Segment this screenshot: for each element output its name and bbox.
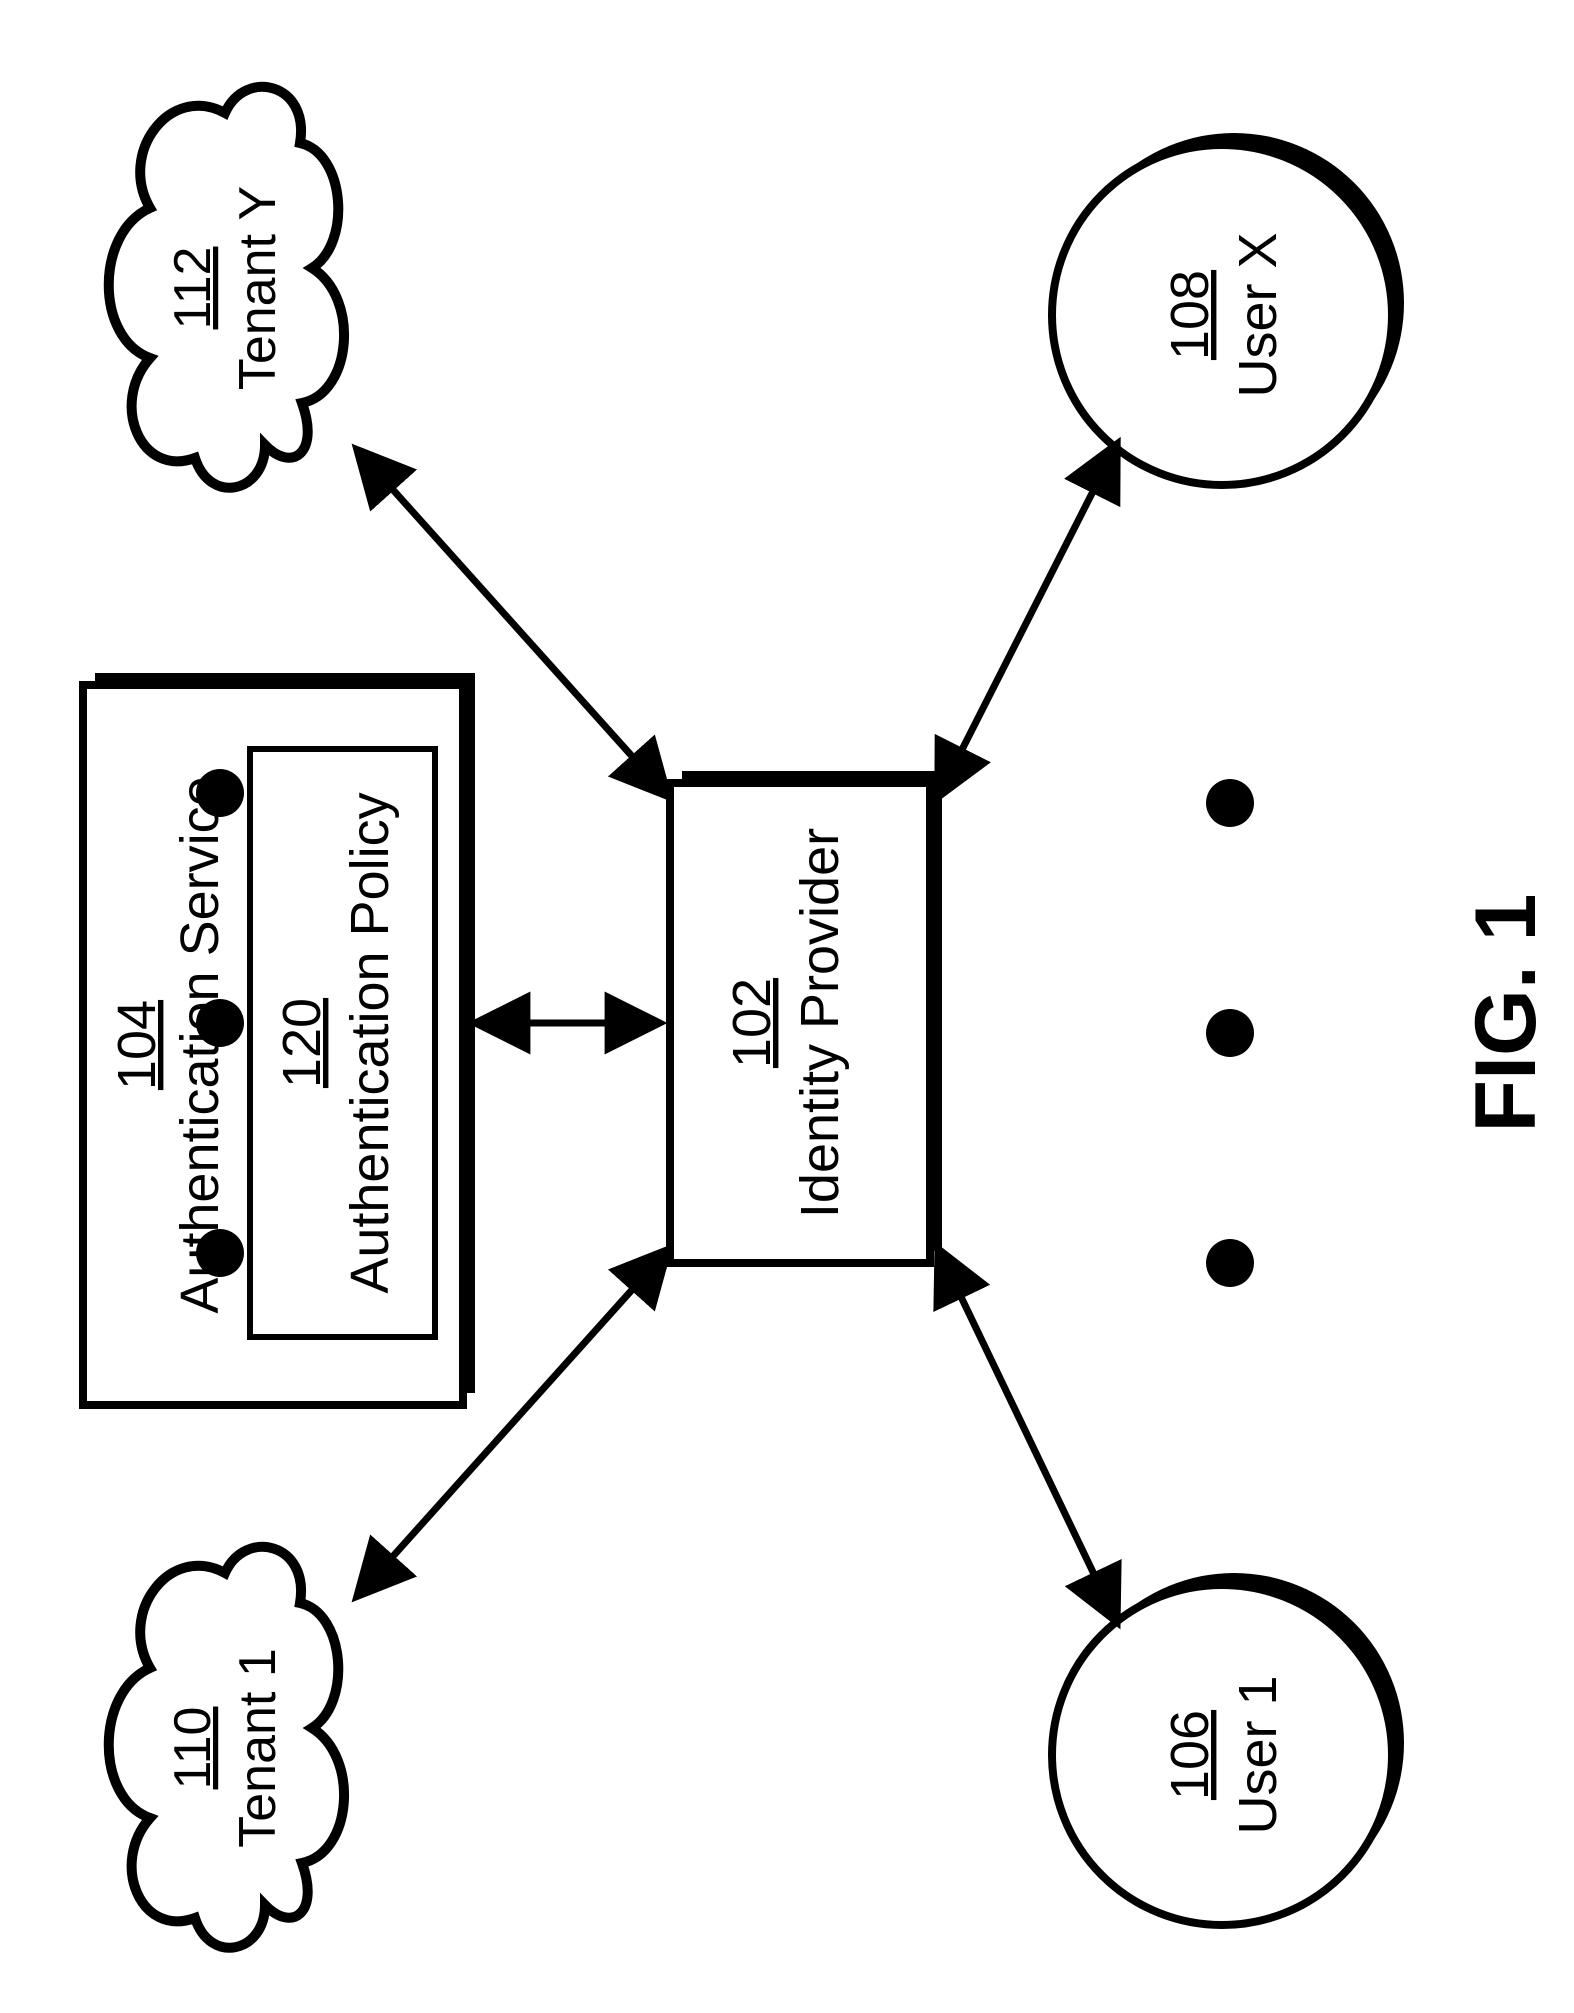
userx-label: User X	[1228, 232, 1288, 397]
user-ellipsis	[1206, 779, 1254, 1287]
user1-ref: 106	[1160, 1710, 1220, 1800]
authentication-service-ref: 104	[107, 1000, 167, 1090]
tenant1-node: 110 Tenant 1	[109, 1547, 344, 1948]
tenanty-node: 112 Tenant Y	[109, 87, 344, 488]
tenanty-ref: 112	[164, 247, 222, 330]
tenant1-ref: 110	[164, 1707, 222, 1790]
diagram-canvas: 104 Authentication Service 120 Authentic…	[0, 0, 1574, 2013]
user1-label: User 1	[1228, 1675, 1288, 1834]
authentication-policy-ref: 120	[272, 998, 332, 1088]
tenanty-label: Tenant Y	[229, 186, 287, 390]
identity-provider-box: 102 Identity Provider	[670, 771, 942, 1263]
identity-provider-label: Identity Provider	[790, 828, 850, 1218]
userx-ref: 108	[1160, 270, 1220, 360]
authentication-service-box: 104 Authentication Service 120 Authentic…	[83, 673, 475, 1405]
tenant1-label: Tenant 1	[229, 1648, 287, 1848]
edge-idp-user1	[940, 1253, 1115, 1618]
figure-label: FIG. 1	[1458, 894, 1554, 1133]
identity-provider-ref: 102	[722, 978, 782, 1068]
authentication-policy-label: Authentication Policy	[340, 792, 400, 1293]
authentication-policy-box: 120 Authentication Policy	[250, 749, 435, 1337]
user1-node: 106 User 1	[1052, 1573, 1404, 1925]
userx-node: 108 User X	[1052, 133, 1404, 485]
edge-idp-userx	[940, 448, 1115, 793]
